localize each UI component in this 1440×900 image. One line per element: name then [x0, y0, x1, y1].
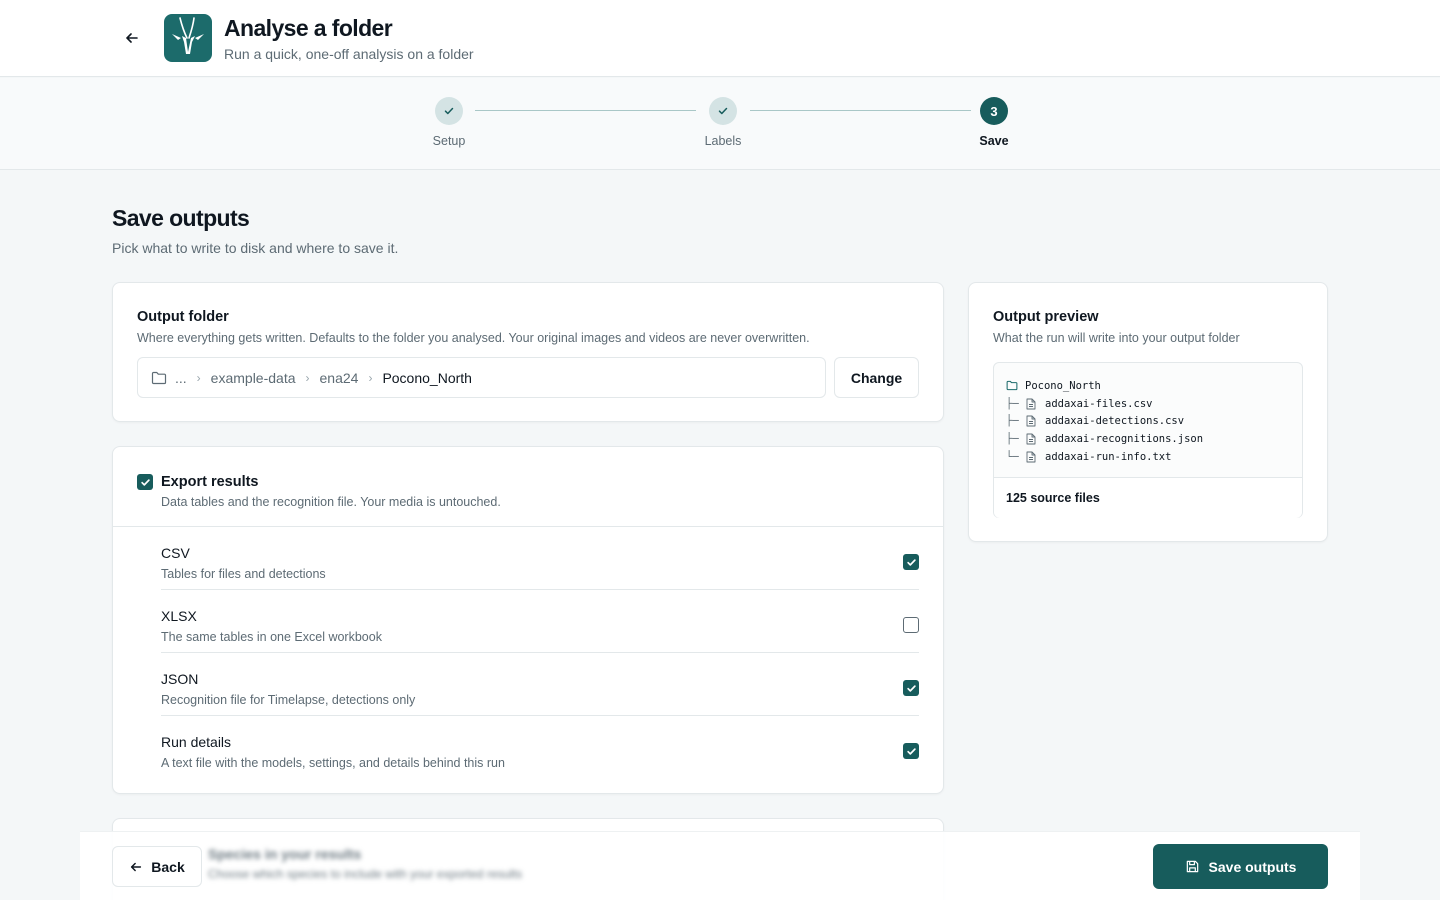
output-preview-card: Output preview What the run will write i… — [968, 282, 1328, 542]
back-button-label: Back — [151, 858, 185, 875]
folder-icon — [1006, 379, 1018, 393]
header-subtitle: Run a quick, one-off analysis on a folde… — [224, 46, 474, 62]
option-description: Recognition file for Timelapse, detectio… — [161, 693, 416, 707]
tree-file-name: addaxai-files.csv — [1045, 397, 1153, 410]
path-segment: ena24 — [319, 369, 359, 386]
export-option-run-details[interactable]: Run details A text file with the models,… — [161, 716, 919, 779]
change-folder-button[interactable]: Change — [834, 357, 919, 398]
file-icon — [1026, 397, 1038, 411]
chevron-right-icon: › — [196, 370, 201, 385]
tree-branch: ├─ — [1006, 397, 1019, 410]
output-folder-title: Output folder — [137, 309, 229, 325]
path-segment: example-data — [210, 369, 296, 386]
path-segment: ... — [175, 369, 187, 386]
file-tree: Pocono_North ├─ addaxai-files.csv ├─ add… — [993, 362, 1303, 518]
option-name: CSV — [161, 545, 190, 561]
folder-path-breadcrumb[interactable]: ... › example-data › ena24 › Pocono_Nort… — [137, 357, 826, 398]
addax-logo-icon — [164, 14, 212, 62]
tree-file-row: ├─ addaxai-recognitions.json — [1006, 430, 1290, 448]
tree-file-row: ├─ addaxai-detections.csv — [1006, 413, 1290, 431]
export-results-card: Export results Data tables and the recog… — [112, 446, 944, 794]
option-description: A text file with the models, settings, a… — [161, 756, 505, 770]
step-setup[interactable]: Setup — [389, 97, 509, 148]
save-outputs-button[interactable]: Save outputs — [1153, 844, 1328, 889]
tree-file-row: ├─ addaxai-files.csv — [1006, 395, 1290, 413]
export-option-xlsx[interactable]: XLSX The same tables in one Excel workbo… — [161, 590, 919, 653]
chevron-right-icon: › — [305, 370, 310, 385]
file-icon — [1026, 432, 1038, 446]
file-icon — [1026, 414, 1038, 428]
save-disk-icon — [1185, 859, 1200, 874]
output-preview-description: What the run will write into your output… — [993, 331, 1240, 345]
option-name: XLSX — [161, 608, 197, 624]
xlsx-checkbox[interactable] — [903, 617, 919, 633]
header-title: Analyse a folder — [224, 15, 393, 41]
step-labels[interactable]: Labels — [663, 97, 783, 148]
export-option-json[interactable]: JSON Recognition file for Timelapse, det… — [161, 653, 919, 716]
file-icon — [1026, 450, 1038, 464]
app-header: Analyse a folder Run a quick, one-off an… — [0, 0, 1440, 77]
export-results-checkbox[interactable] — [137, 474, 153, 490]
check-icon — [709, 97, 737, 125]
chevron-right-icon: › — [368, 370, 373, 385]
step-number: 3 — [980, 97, 1008, 125]
species-section-title: Species in your results — [208, 846, 362, 862]
output-folder-card: Output folder Where everything gets writ… — [112, 282, 944, 422]
page-title: Save outputs — [112, 205, 250, 231]
page-subtitle: Pick what to write to disk and where to … — [112, 240, 399, 256]
back-button[interactable]: Back — [112, 846, 202, 887]
export-option-csv[interactable]: CSV Tables for files and detections — [161, 527, 919, 590]
option-description: The same tables in one Excel workbook — [161, 630, 382, 644]
tree-folder-name: Pocono_North — [1025, 379, 1101, 392]
progress-stepper: Setup Labels 3 Save — [0, 78, 1440, 170]
source-file-count: 125 source files — [994, 477, 1302, 518]
export-results-title: Export results — [161, 474, 259, 490]
step-label: Setup — [432, 134, 466, 148]
species-section-description: Choose which species to include with you… — [208, 867, 523, 881]
footer-action-bar: Species in your results Choose which spe… — [80, 831, 1360, 900]
export-results-header: Export results Data tables and the recog… — [113, 447, 943, 527]
json-checkbox[interactable] — [903, 680, 919, 696]
arrow-left-icon — [129, 860, 143, 874]
tree-file-name: addaxai-run-info.txt — [1045, 451, 1172, 464]
tree-folder-row: Pocono_North — [1006, 377, 1290, 395]
step-save[interactable]: 3 Save — [934, 97, 1054, 148]
save-outputs-label: Save outputs — [1208, 858, 1297, 875]
folder-icon — [151, 371, 167, 385]
output-preview-title: Output preview — [993, 309, 1099, 325]
output-folder-description: Where everything gets written. Defaults … — [137, 331, 810, 345]
step-label: Labels — [704, 134, 742, 148]
option-name: JSON — [161, 671, 199, 687]
back-arrow-icon[interactable] — [120, 26, 144, 50]
tree-file-name: addaxai-detections.csv — [1045, 415, 1185, 428]
tree-file-row: └─ addaxai-run-info.txt — [1006, 448, 1290, 466]
export-results-description: Data tables and the recognition file. Yo… — [161, 495, 501, 509]
tree-branch: ├─ — [1006, 433, 1019, 446]
tree-file-name: addaxai-recognitions.json — [1045, 433, 1204, 446]
step-label: Save — [979, 134, 1009, 148]
option-name: Run details — [161, 734, 232, 750]
check-icon — [435, 97, 463, 125]
path-segment-current: Pocono_North — [382, 369, 472, 386]
csv-checkbox[interactable] — [903, 554, 919, 570]
option-description: Tables for files and detections — [161, 567, 326, 581]
tree-branch: └─ — [1006, 451, 1019, 464]
tree-branch: ├─ — [1006, 415, 1019, 428]
run-details-checkbox[interactable] — [903, 743, 919, 759]
